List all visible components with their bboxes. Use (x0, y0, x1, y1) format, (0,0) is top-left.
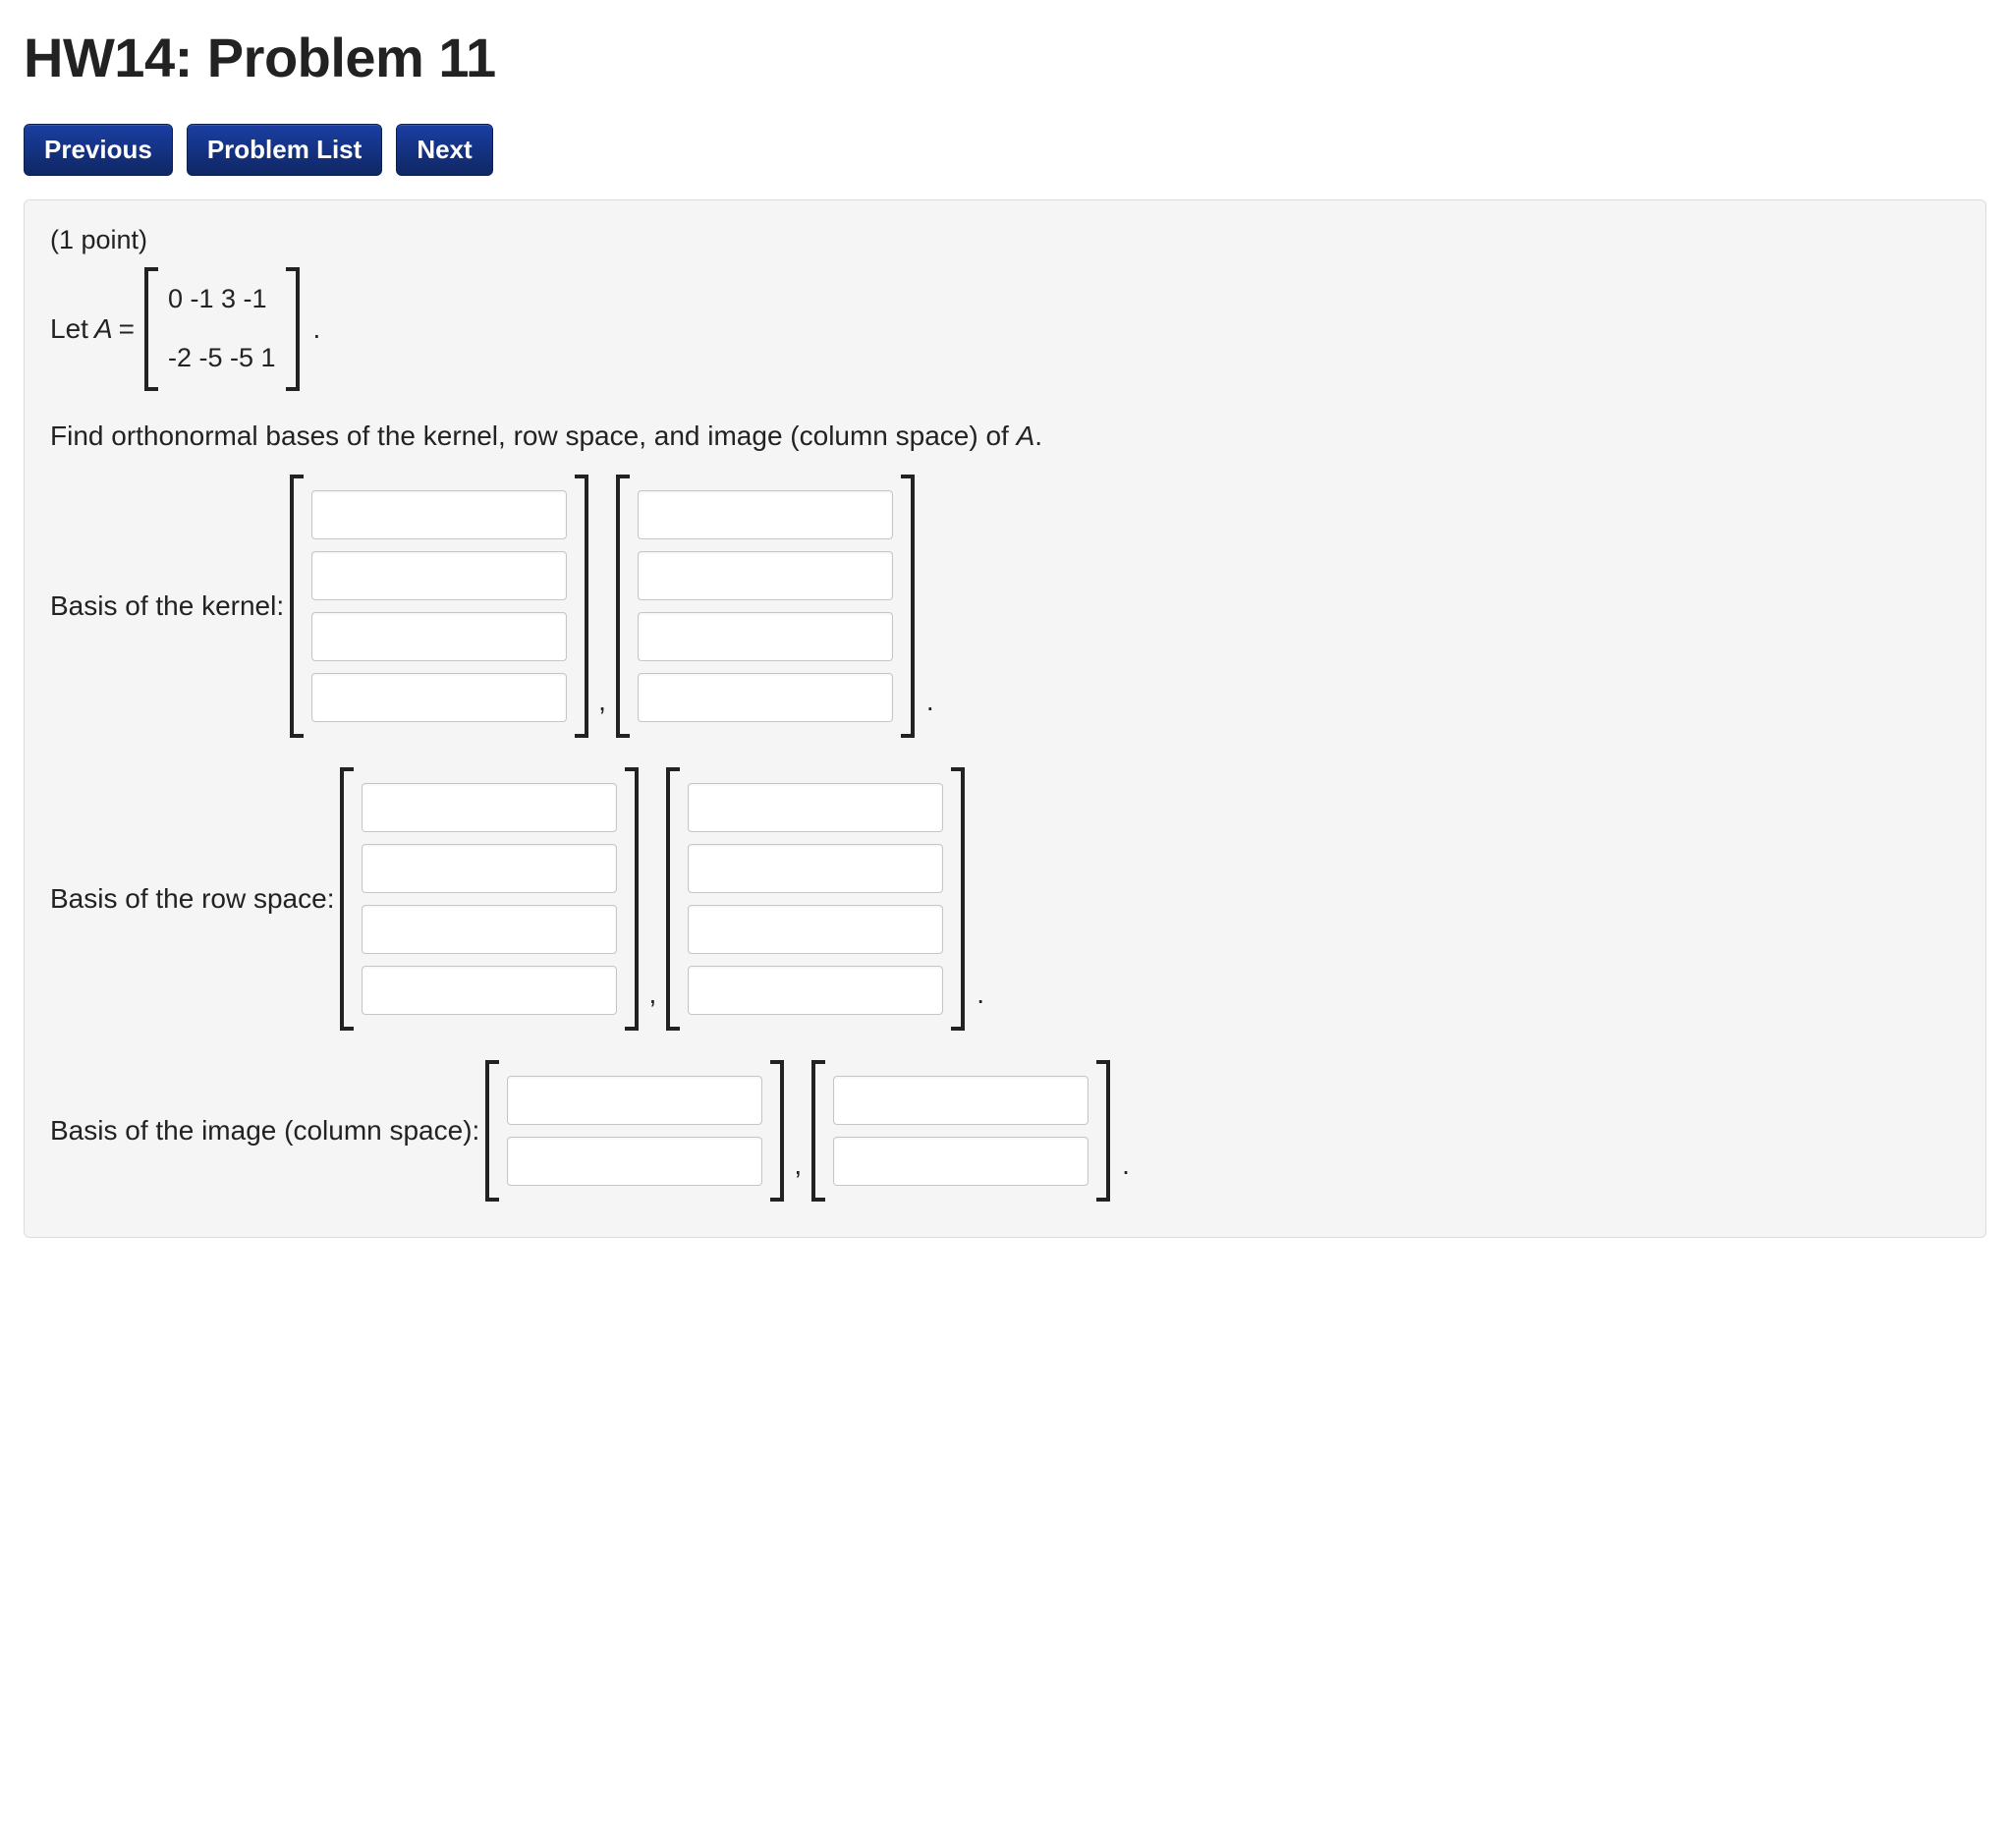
prompt-var: A (1017, 420, 1035, 451)
image-v2-c1[interactable] (833, 1076, 1089, 1125)
kernel-vector-1 (290, 475, 588, 738)
next-button[interactable]: Next (396, 124, 492, 176)
kernel-row: Basis of the kernel: , . (50, 475, 1960, 738)
kernel-v2-c2[interactable] (638, 551, 893, 600)
equals-sign: = (119, 309, 135, 348)
page-title: HW14: Problem 11 (24, 20, 1986, 96)
rowspace-v1-c4[interactable] (362, 966, 617, 1015)
matrix-row-0: 0 -1 3 -1 (168, 281, 276, 318)
image-label: Basis of the image (column space): (50, 1111, 479, 1149)
matrix-definition: Let A = 0 -1 3 -1 -2 -5 -5 1 . (50, 267, 1960, 391)
image-v1-c1[interactable] (507, 1076, 762, 1125)
matrix-variable: A (94, 309, 113, 348)
image-vector-1 (485, 1060, 784, 1202)
kernel-vector-2 (616, 475, 915, 738)
problem-prompt: Find orthonormal bases of the kernel, ro… (50, 417, 1960, 455)
rowspace-period: . (971, 975, 984, 1031)
points-label: (1 point) (50, 222, 1960, 259)
matrix-A: 0 -1 3 -1 -2 -5 -5 1 (144, 267, 300, 391)
kernel-period: . (921, 682, 934, 738)
rowspace-row: Basis of the row space: , . (50, 767, 1960, 1031)
nav-row: Previous Problem List Next (24, 124, 1986, 176)
rowspace-v1-c1[interactable] (362, 783, 617, 832)
previous-button[interactable]: Previous (24, 124, 173, 176)
rowspace-label: Basis of the row space: (50, 879, 334, 918)
image-vector-2 (811, 1060, 1110, 1202)
problem-list-button[interactable]: Problem List (187, 124, 382, 176)
let-prefix: Let (50, 309, 88, 348)
rowspace-v2-c3[interactable] (688, 905, 943, 954)
rowspace-v2-c2[interactable] (688, 844, 943, 893)
kernel-v2-c1[interactable] (638, 490, 893, 539)
kernel-v1-c4[interactable] (311, 673, 567, 722)
kernel-v1-c3[interactable] (311, 612, 567, 661)
rowspace-separator: , (644, 975, 660, 1031)
image-v1-c2[interactable] (507, 1137, 762, 1186)
matrix-period: . (309, 309, 321, 348)
rowspace-v1-c2[interactable] (362, 844, 617, 893)
kernel-separator: , (594, 682, 610, 738)
prompt-prefix: Find orthonormal bases of the kernel, ro… (50, 420, 1017, 451)
rowspace-v1-c3[interactable] (362, 905, 617, 954)
rowspace-vector-1 (340, 767, 639, 1031)
rowspace-v2-c1[interactable] (688, 783, 943, 832)
kernel-v2-c3[interactable] (638, 612, 893, 661)
kernel-label: Basis of the kernel: (50, 587, 284, 625)
kernel-v2-c4[interactable] (638, 673, 893, 722)
image-separator: , (790, 1146, 806, 1202)
image-row: Basis of the image (column space): , . (50, 1060, 1960, 1202)
matrix-row-1: -2 -5 -5 1 (168, 340, 276, 377)
image-period: . (1116, 1146, 1130, 1202)
image-v2-c2[interactable] (833, 1137, 1089, 1186)
rowspace-vector-2 (666, 767, 965, 1031)
prompt-suffix: . (1034, 420, 1042, 451)
rowspace-v2-c4[interactable] (688, 966, 943, 1015)
problem-box: (1 point) Let A = 0 -1 3 -1 -2 -5 -5 1 .… (24, 199, 1986, 1238)
kernel-v1-c2[interactable] (311, 551, 567, 600)
kernel-v1-c1[interactable] (311, 490, 567, 539)
